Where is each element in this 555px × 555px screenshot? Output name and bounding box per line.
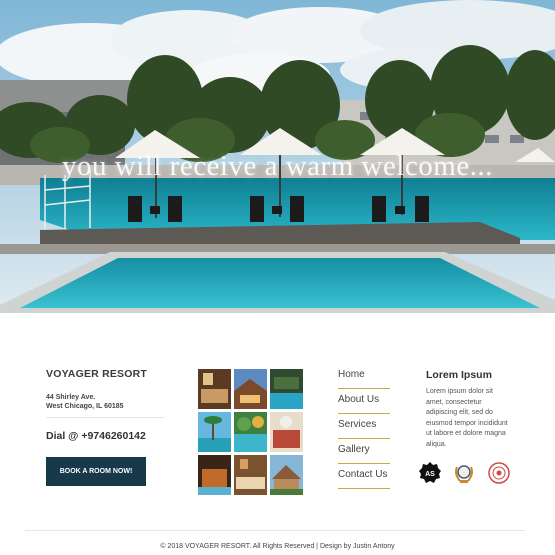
contact-column: VOYAGER RESORT 44 Shirley Ave. West Chic… [46, 368, 171, 486]
footer-nav: Home About Us Services Gallery Contact U… [338, 366, 390, 491]
gallery-thumb-beach[interactable] [198, 412, 231, 452]
svg-text:AS: AS [425, 471, 435, 478]
nav-home[interactable]: Home [338, 366, 390, 391]
nav-about-us[interactable]: About Us [338, 391, 390, 416]
address-line1: 44 Shirley Ave. [46, 394, 96, 401]
divider [46, 417, 164, 418]
as-certification-badge-icon: AS [419, 462, 441, 483]
gallery-thumb-resort[interactable] [234, 369, 267, 409]
gallery-thumb-pool-garden[interactable] [234, 412, 267, 452]
lorem-text: Lorem ipsum dolor sit amet, consectetur … [426, 388, 508, 448]
laurel-award-badge-icon [455, 465, 473, 483]
phone-number: Dial @ +9746260142 [46, 430, 146, 442]
lorem-title: Lorem Ipsum [426, 369, 492, 381]
footer-divider [25, 530, 525, 531]
gallery-thumb-cabin[interactable] [198, 455, 231, 495]
lorem-column: Lorem Ipsum Lorem ipsum dolor sit amet, … [419, 369, 511, 484]
nav-gallery[interactable]: Gallery [338, 441, 390, 466]
gallery-thumb-room-interior[interactable] [234, 455, 267, 495]
gallery-thumb-lodge[interactable] [270, 455, 303, 495]
gallery-thumb-room[interactable] [198, 369, 231, 409]
hero-tagline: you will receive a warm welcome... [62, 150, 493, 182]
brand-name: VOYAGER RESORT [46, 368, 148, 380]
hero-banner: you will receive a warm welcome... [0, 0, 555, 313]
gallery-thumb-spa[interactable] [270, 412, 303, 452]
address: 44 Shirley Ave. West Chicago, IL 60185 [46, 393, 166, 411]
copyright-text: © 2018 VOYAGER RESORT. All Rights Reserv… [160, 543, 395, 550]
address-line2: West Chicago, IL 60185 [46, 403, 124, 410]
book-room-button[interactable]: BOOK A ROOM NOW! [46, 457, 146, 486]
gallery-grid [198, 369, 303, 495]
red-seal-badge-icon [488, 462, 510, 484]
gallery-thumb-pool[interactable] [270, 369, 303, 409]
badge-row: AS [419, 461, 516, 487]
nav-contact-us[interactable]: Contact Us [338, 466, 390, 491]
nav-services[interactable]: Services [338, 416, 390, 441]
